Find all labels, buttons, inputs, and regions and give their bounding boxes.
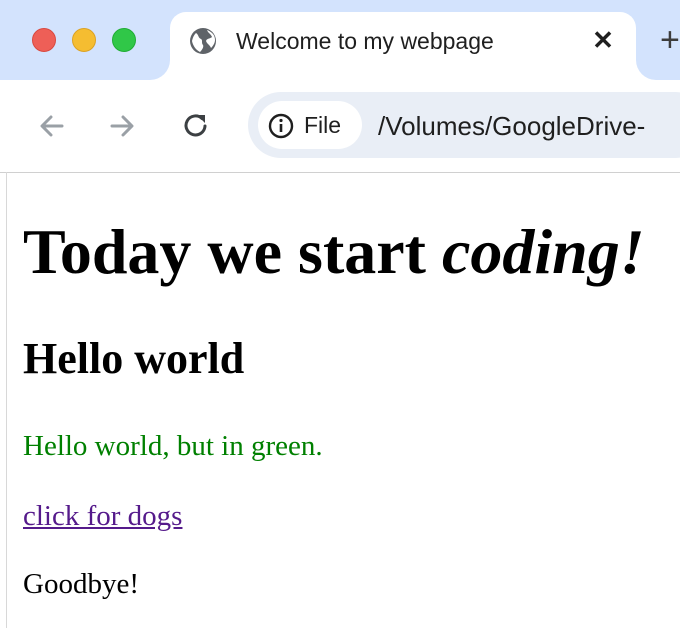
dogs-link[interactable]: click for dogs bbox=[23, 497, 182, 535]
browser-window: Welcome to my webpage ✕ + File /Volumes/… bbox=[0, 0, 680, 628]
globe-icon bbox=[190, 28, 216, 54]
tab-strip: Welcome to my webpage ✕ + bbox=[0, 0, 680, 82]
toolbar: File /Volumes/GoogleDrive- bbox=[0, 80, 680, 172]
page-heading: Today we start coding! bbox=[23, 215, 645, 289]
tab-title: Welcome to my webpage bbox=[236, 28, 494, 54]
heading-italic: coding! bbox=[441, 216, 645, 287]
green-paragraph: Hello world, but in green. bbox=[23, 430, 323, 462]
window-maximize-button[interactable] bbox=[112, 28, 136, 52]
new-tab-button[interactable]: + bbox=[660, 20, 680, 60]
tab-corner-left bbox=[150, 60, 170, 80]
forward-arrow-icon[interactable] bbox=[104, 108, 140, 144]
page-subheading: Hello world bbox=[23, 334, 245, 383]
reload-icon[interactable] bbox=[178, 108, 214, 144]
heading-plain: Today we start bbox=[23, 216, 442, 287]
tab-corner-right bbox=[636, 60, 656, 80]
tab-close-icon[interactable]: ✕ bbox=[590, 26, 616, 54]
window-close-button[interactable] bbox=[32, 28, 56, 52]
page-content: Today we start coding! Hello world Hello… bbox=[0, 173, 680, 628]
site-info-label: File bbox=[304, 112, 342, 138]
window-minimize-button[interactable] bbox=[72, 28, 96, 52]
info-icon bbox=[268, 113, 294, 139]
goodbye-paragraph: Goodbye! bbox=[23, 568, 139, 600]
back-arrow-icon[interactable] bbox=[34, 108, 70, 144]
url-text[interactable]: /Volumes/GoogleDrive- bbox=[378, 110, 645, 142]
